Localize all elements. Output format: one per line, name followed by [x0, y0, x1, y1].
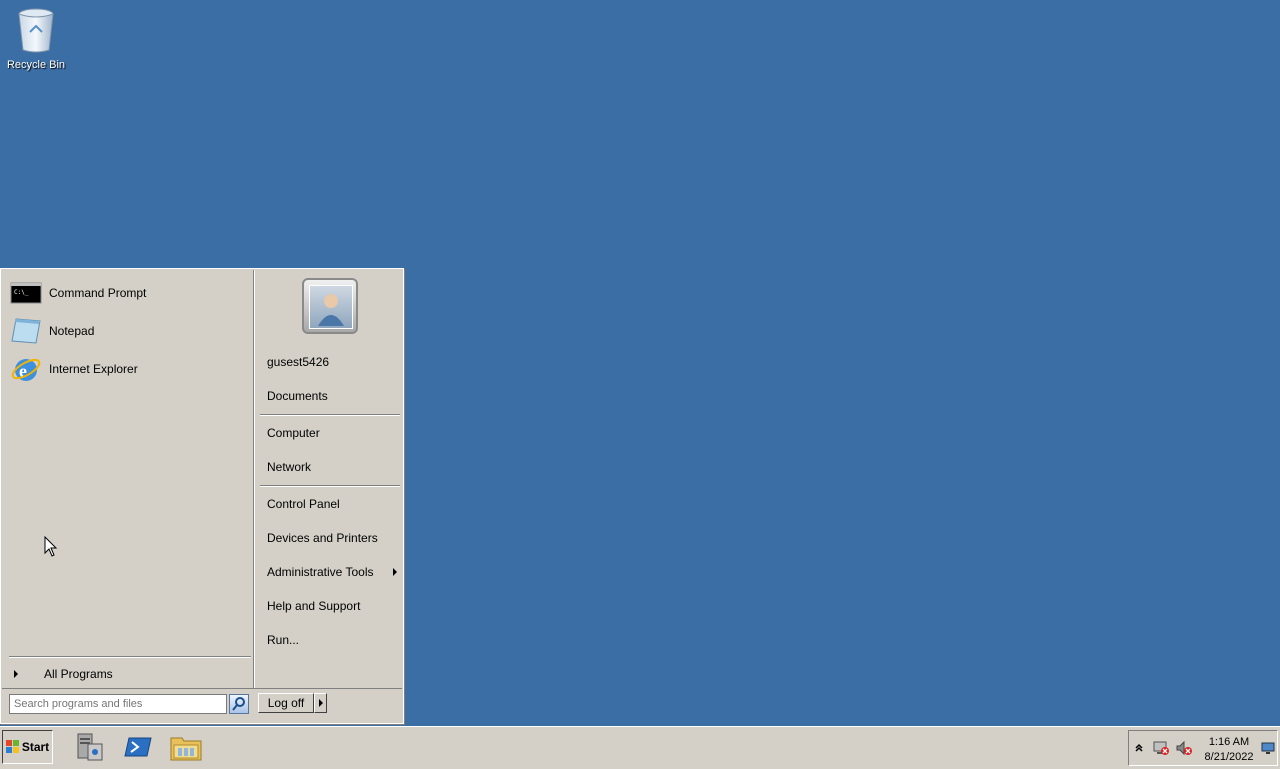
- expand-arrow-icon: [14, 670, 18, 678]
- clock-time: 1:16 AM: [1208, 736, 1250, 748]
- system-clock[interactable]: 1:16 AM 8/21/2022: [1201, 735, 1257, 765]
- start-menu-programs-pane: C:\_ Command Prompt Notepad e Internet E…: [2, 270, 254, 688]
- places-divider-1: [260, 414, 400, 416]
- notepad-icon: [10, 315, 42, 347]
- windows-flag-icon: [5, 740, 19, 753]
- network-link[interactable]: Network: [267, 457, 397, 477]
- windows-explorer-icon: [170, 737, 202, 761]
- clock-date: 8/21/2022: [1204, 751, 1254, 763]
- program-notepad[interactable]: Notepad: [10, 314, 246, 348]
- submenu-arrow-icon: [393, 568, 397, 576]
- user-avatar[interactable]: [302, 278, 358, 334]
- recycle-bin-label: Recycle Bin: [6, 59, 66, 71]
- log-off-button[interactable]: Log off: [258, 693, 314, 713]
- control-panel-link[interactable]: Control Panel: [267, 494, 397, 514]
- program-label: Internet Explorer: [49, 362, 138, 376]
- server-manager-icon: [77, 733, 103, 761]
- computer-link[interactable]: Computer: [267, 423, 397, 443]
- command-prompt-icon: C:\_: [10, 277, 42, 309]
- start-menu-bottom-bar: Log off: [2, 688, 402, 723]
- taskbar: Start 1:16 AM 8/21/2022: [0, 726, 1280, 769]
- taskbar-server-manager-button[interactable]: [70, 730, 106, 764]
- search-button[interactable]: [229, 694, 249, 714]
- administrative-tools-link[interactable]: Administrative Tools: [267, 562, 397, 582]
- user-icon: [318, 294, 344, 326]
- search-icon: [232, 697, 245, 711]
- taskbar-powershell-button[interactable]: [119, 730, 155, 764]
- start-menu-places-pane: gusest5426 Documents Computer Network Co…: [254, 270, 403, 688]
- notification-area: 1:16 AM 8/21/2022: [1128, 730, 1278, 766]
- mouse-cursor-icon: [44, 536, 58, 557]
- recycle-bin-desktop-icon[interactable]: Recycle Bin: [4, 6, 68, 71]
- administrative-tools-label: Administrative Tools: [267, 565, 374, 579]
- help-support-link[interactable]: Help and Support: [267, 596, 397, 616]
- recycle-bin-icon: [18, 8, 54, 53]
- start-menu: C:\_ Command Prompt Notepad e Internet E…: [0, 268, 404, 724]
- start-button[interactable]: Start: [2, 730, 53, 764]
- program-label: Notepad: [49, 324, 95, 338]
- all-programs-button[interactable]: All Programs: [10, 664, 246, 684]
- program-label: Command Prompt: [49, 286, 147, 300]
- start-label: Start: [21, 740, 50, 754]
- all-programs-divider: [9, 656, 251, 658]
- user-name-link[interactable]: gusest5426: [267, 352, 397, 372]
- documents-link[interactable]: Documents: [267, 386, 397, 406]
- taskbar-explorer-button[interactable]: [168, 730, 204, 764]
- shutdown-options-button[interactable]: [314, 693, 327, 713]
- show-desktop-icon[interactable]: [1261, 742, 1275, 754]
- program-command-prompt[interactable]: C:\_ Command Prompt: [10, 276, 246, 310]
- network-disconnected-icon[interactable]: [1152, 740, 1170, 756]
- internet-explorer-icon: e: [10, 353, 42, 385]
- program-internet-explorer[interactable]: e Internet Explorer: [10, 352, 246, 386]
- places-divider-2: [260, 485, 400, 487]
- svg-text:C:\_: C:\_: [14, 289, 29, 296]
- show-hidden-icons-chevron[interactable]: [1133, 742, 1145, 754]
- search-input[interactable]: [9, 694, 227, 714]
- chevron-right-icon: [319, 699, 323, 707]
- volume-muted-icon[interactable]: [1175, 740, 1193, 756]
- powershell-icon: [124, 737, 152, 757]
- run-link[interactable]: Run...: [267, 630, 397, 650]
- devices-printers-link[interactable]: Devices and Printers: [267, 528, 397, 548]
- all-programs-label: All Programs: [44, 667, 113, 681]
